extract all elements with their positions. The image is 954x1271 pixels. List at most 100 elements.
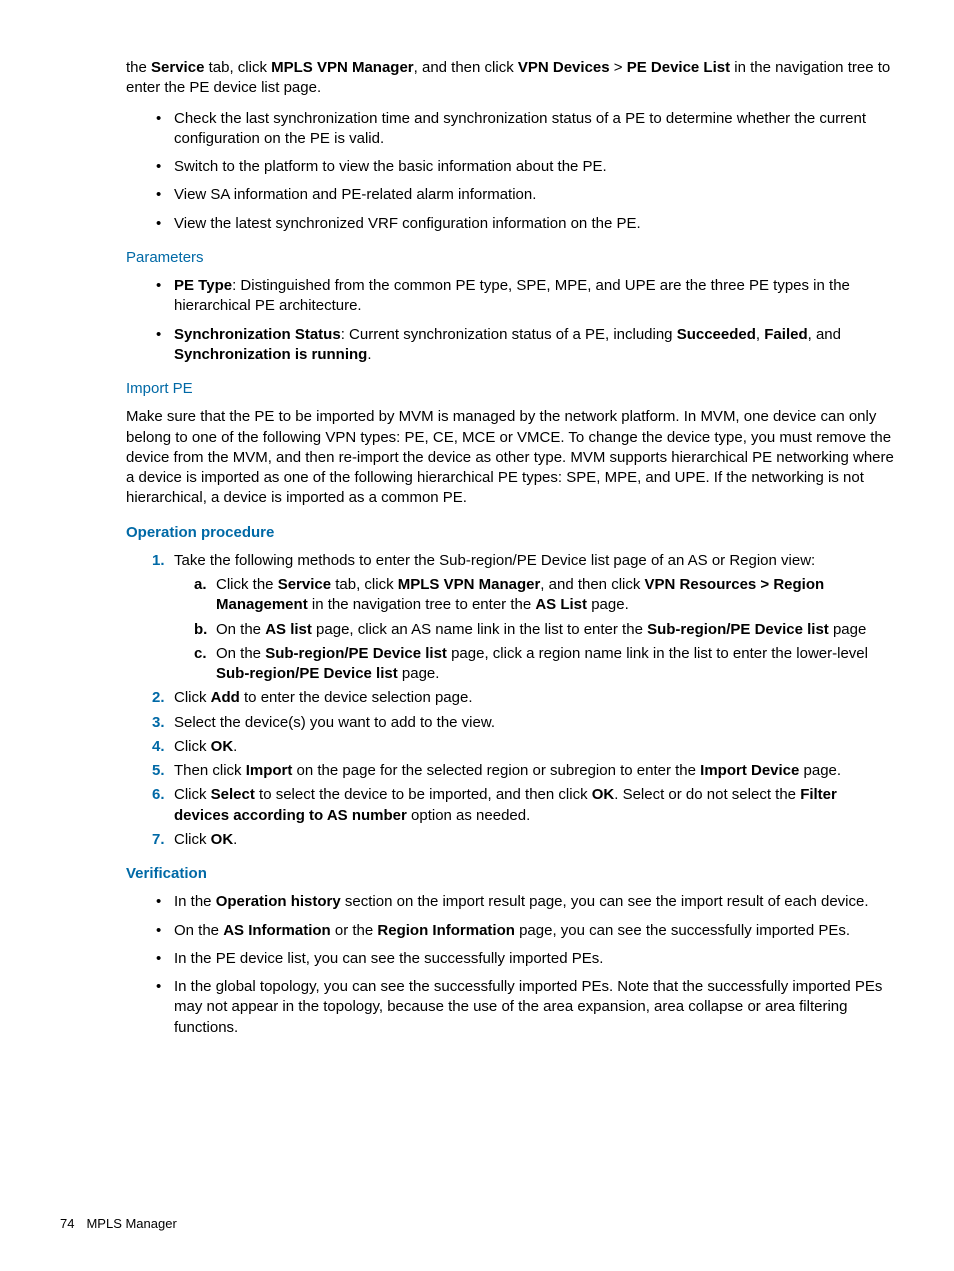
text: on the page for the selected region or s… [292,762,700,779]
text-bold: Sub-region/PE Device list [265,645,447,662]
text: page. [587,596,629,613]
list-item: On the AS Information or the Region Info… [174,921,894,941]
text: tab, click [331,576,398,593]
text-bold: Succeeded [677,326,756,343]
text: . [233,831,237,848]
operation-steps: Take the following methods to enter the … [126,551,894,850]
step-text: Take the following methods to enter the … [174,552,815,569]
list-item: Switch to the platform to view the basic… [174,157,894,177]
param-text: : Distinguished from the common PE type,… [174,277,850,314]
list-item: Click OK. [174,830,894,850]
text-bold: Service [278,576,331,593]
heading-parameters: Parameters [126,248,894,268]
text-bold: AS list [265,621,312,638]
section-name: MPLS Manager [86,1216,176,1231]
text-bold: Import Device [700,762,799,779]
text: tab, click [204,59,271,76]
page-content: the Service tab, click MPLS VPN Manager,… [126,58,894,1038]
list-item: PE Type: Distinguished from the common P… [174,276,894,317]
text: . [233,738,237,755]
text: On the [216,621,265,638]
text: page. [398,665,440,682]
text-bold: AS Information [223,922,331,939]
param-label: PE Type [174,277,232,294]
list-item: In the Operation history section on the … [174,892,894,912]
text: page [829,621,867,638]
list-item: Check the last synchronization time and … [174,109,894,150]
text-bold: Operation history [216,893,341,910]
list-item: Synchronization Status: Current synchron… [174,325,894,366]
text-bold: Sub-region/PE Device list [647,621,829,638]
list-item: Click Select to select the device to be … [174,785,894,826]
text: or the [331,922,378,939]
text-bold: Failed [764,326,807,343]
list-item: On the Sub-region/PE Device list page, c… [216,644,894,685]
text: Click [174,738,211,755]
text-bold: OK [592,786,615,803]
text-bold: Region Information [377,922,515,939]
list-item: View SA information and PE-related alarm… [174,185,894,205]
list-item: In the PE device list, you can see the s… [174,949,894,969]
text: Click [174,786,211,803]
document-page: the Service tab, click MPLS VPN Manager,… [0,0,954,1271]
text: On the [216,645,265,662]
text: page. [799,762,841,779]
text: . [367,346,371,363]
list-item: In the global topology, you can see the … [174,977,894,1038]
heading-import-pe: Import PE [126,379,894,399]
substeps: Click the Service tab, click MPLS VPN Ma… [174,575,894,684]
list-item: Take the following methods to enter the … [174,551,894,685]
text-bold: MPLS VPN Manager [398,576,541,593]
text-bold: VPN Devices [518,59,610,76]
text-bold: Import [246,762,293,779]
text: , [756,326,764,343]
text-bold: OK [211,831,234,848]
heading-operation-procedure: Operation procedure [126,523,894,543]
text: Click [174,689,211,706]
text: the [126,59,151,76]
text: , and [808,326,841,343]
text: Click the [216,576,278,593]
param-label: Synchronization Status [174,326,341,343]
text-bold: PE Device List [627,59,730,76]
list-item: Then click Import on the page for the se… [174,761,894,781]
text-bold: Add [211,689,240,706]
list-item: Click the Service tab, click MPLS VPN Ma… [216,575,894,616]
text: In the [174,893,216,910]
text: , and then click [414,59,518,76]
text: , and then click [540,576,644,593]
import-paragraph: Make sure that the PE to be imported by … [126,407,894,508]
text: page, click an AS name link in the list … [312,621,647,638]
text-bold: Synchronization is running [174,346,367,363]
list-item: Select the device(s) you want to add to … [174,713,894,733]
text-bold: MPLS VPN Manager [271,59,414,76]
list-item: Click Add to enter the device selection … [174,688,894,708]
list-item: On the AS list page, click an AS name li… [216,620,894,640]
intro-bullets: Check the last synchronization time and … [126,109,894,234]
text-bold: Sub-region/PE Device list [216,665,398,682]
text: section on the import result page, you c… [341,893,869,910]
text: > [610,59,627,76]
param-text: : Current synchronization status of a PE… [341,326,677,343]
text: option as needed. [407,807,530,824]
list-item: Click OK. [174,737,894,757]
text: page, you can see the successfully impor… [515,922,850,939]
text: to select the device to be imported, and… [255,786,592,803]
verification-list: In the Operation history section on the … [126,892,894,1038]
parameters-list: PE Type: Distinguished from the common P… [126,276,894,365]
text: to enter the device selection page. [240,689,473,706]
text: in the navigation tree to enter the [308,596,536,613]
text-bold: AS List [535,596,587,613]
page-number: 74 [60,1216,74,1231]
heading-verification: Verification [126,864,894,884]
list-item: View the latest synchronized VRF configu… [174,214,894,234]
text-bold: OK [211,738,234,755]
text: Click [174,831,211,848]
text: page, click a region name link in the li… [447,645,868,662]
text: . Select or do not select the [614,786,800,803]
text-bold: Service [151,59,204,76]
text: Then click [174,762,246,779]
page-footer: 74 MPLS Manager [60,1216,177,1231]
text-bold: Select [211,786,255,803]
intro-paragraph: the Service tab, click MPLS VPN Manager,… [126,58,894,99]
